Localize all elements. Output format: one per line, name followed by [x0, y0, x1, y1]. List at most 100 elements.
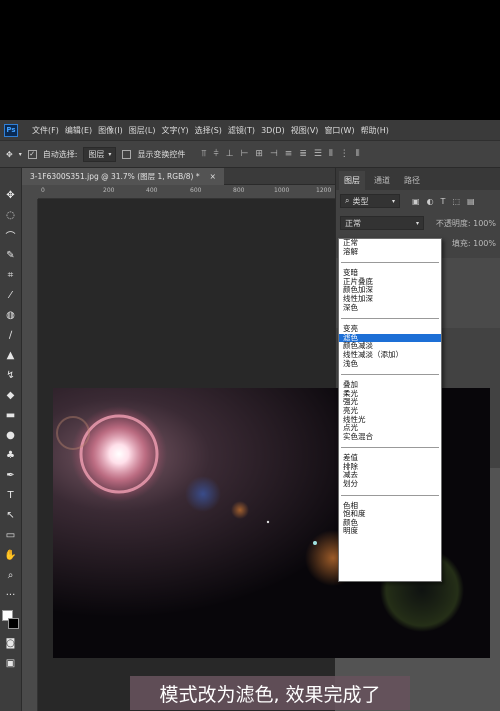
blend-mode-option[interactable]: 溶解: [339, 247, 441, 257]
blur-tool-icon[interactable]: ●: [2, 426, 20, 444]
blend-mode-option[interactable]: 实色混合: [339, 432, 441, 442]
distribute-vcenter-icon[interactable]: ≣: [299, 149, 307, 159]
align-left-icon[interactable]: ⊢: [241, 149, 249, 159]
horizontal-ruler[interactable]: 0 200 400 600 800 1000 1200: [38, 185, 335, 199]
chevron-down-icon: ▾: [108, 150, 112, 158]
video-subtitle: 模式改为滤色, 效果完成了: [130, 676, 410, 710]
healing-brush-tool-icon[interactable]: ◍: [2, 306, 20, 324]
move-tool-icon[interactable]: ✥: [2, 186, 20, 204]
tab-paths[interactable]: 路径: [399, 171, 425, 190]
marquee-tool-icon[interactable]: ◌: [2, 206, 20, 224]
menu-3d[interactable]: 3D(D): [261, 126, 285, 135]
auto-select-dropdown[interactable]: 图层 ▾: [83, 146, 117, 162]
align-hcenter-icon[interactable]: ⊞: [255, 149, 263, 159]
ruler-tick-label: 600: [190, 187, 202, 194]
fill-value[interactable]: 100%: [473, 239, 496, 248]
adjustment-filter-icon[interactable]: ◐: [427, 197, 434, 206]
menu-separator: [341, 494, 439, 496]
fill-control[interactable]: 填充: 100%: [452, 238, 496, 249]
distribute-top-icon[interactable]: ≡: [285, 149, 293, 159]
smart-object-filter-icon[interactable]: ▤: [467, 197, 475, 206]
menu-image[interactable]: 图像(I): [98, 125, 123, 136]
hand-tool-icon[interactable]: ✋: [2, 546, 20, 564]
ruler-tick-label: 0: [41, 187, 45, 194]
tab-channels[interactable]: 通道: [369, 171, 395, 190]
layer-filter-row: ⌕ 类型 ▾ ▣ ◐ T ⬚ ▤: [336, 190, 500, 212]
opacity-control[interactable]: 不透明度: 100%: [436, 218, 496, 229]
align-right-icon[interactable]: ⊣: [270, 149, 278, 159]
type-tool-icon[interactable]: T: [2, 486, 20, 504]
menu-window[interactable]: 窗口(W): [324, 125, 354, 136]
layer-kind-label: 类型: [352, 196, 369, 206]
auto-select-checkbox[interactable]: ✓: [27, 149, 37, 159]
tools-panel: ✥ ◌ ⌒ ✎ ⌗ ⁄ ◍ ∕ ▲ ↯ ◆ ▬ ● ♣ ✒ T ↖ ▭ ✋ ⌕ …: [0, 168, 22, 711]
image-filter-icon[interactable]: ▣: [412, 197, 420, 206]
menu-edit[interactable]: 编辑(E): [65, 125, 92, 136]
align-vcenter-icon[interactable]: ⫩: [214, 149, 219, 159]
filter-icons: ▣ ◐ T ⬚ ▤: [412, 197, 475, 206]
align-bottom-icon[interactable]: ⊥: [226, 149, 234, 159]
ruler-tick-label: 200: [103, 187, 115, 194]
distribute-right-icon[interactable]: ⦀: [356, 149, 360, 159]
gradient-tool-icon[interactable]: ▬: [2, 406, 20, 424]
quick-select-tool-icon[interactable]: ✎: [2, 246, 20, 264]
document-tab-title: 3-1F6300S351.jpg @ 31.7% (图层 1, RGB/8) *: [30, 172, 200, 181]
background-color-swatch[interactable]: [7, 618, 19, 629]
opacity-value[interactable]: 100%: [473, 219, 496, 228]
vertical-ruler[interactable]: [22, 199, 38, 711]
document-tabs: 3-1F6300S351.jpg @ 31.7% (图层 1, RGB/8) *…: [22, 168, 335, 185]
crop-tool-icon[interactable]: ⌗: [2, 266, 20, 284]
blend-mode-option[interactable]: 浅色: [339, 359, 441, 369]
dodge-tool-icon[interactable]: ♣: [2, 446, 20, 464]
distribute-bottom-icon[interactable]: ☰: [314, 149, 322, 159]
blend-mode-option[interactable]: 划分: [339, 479, 441, 489]
pen-tool-icon[interactable]: ✒: [2, 466, 20, 484]
close-icon[interactable]: ×: [210, 172, 216, 181]
brush-tool-icon[interactable]: ∕: [2, 326, 20, 344]
eyedropper-tool-icon[interactable]: ⁄: [2, 286, 20, 304]
auto-select-label: 自动选择:: [42, 149, 78, 159]
history-brush-tool-icon[interactable]: ↯: [2, 366, 20, 384]
lasso-tool-icon[interactable]: ⌒: [2, 226, 20, 244]
tab-layers[interactable]: 图层: [339, 171, 365, 190]
blend-mode-select[interactable]: 正常 ▾: [340, 216, 424, 230]
document-tab[interactable]: 3-1F6300S351.jpg @ 31.7% (图层 1, RGB/8) *…: [22, 168, 224, 185]
distribute-left-icon[interactable]: ⫴: [329, 149, 333, 159]
clone-stamp-tool-icon[interactable]: ▲: [2, 346, 20, 364]
blend-mode-list: 正常 溶解 变暗 正片叠底 颜色加深 线性加深 深色 变亮 滤色 颜色减淡 线性减淡（添加） 浅色 叠加…: [339, 238, 441, 536]
menu-filter[interactable]: 滤镜(T): [228, 125, 255, 136]
screen-mode-icon[interactable]: ▣: [2, 654, 20, 672]
show-transform-checkbox[interactable]: [122, 149, 132, 159]
ruler-tick-label: 800: [233, 187, 245, 194]
search-icon: ⌕: [345, 196, 350, 205]
type-filter-icon[interactable]: T: [441, 197, 446, 206]
ruler-tick-label: 1200: [316, 187, 332, 194]
color-swatches[interactable]: [1, 610, 20, 632]
menu-type[interactable]: 文字(Y): [161, 125, 188, 136]
move-tool-icon[interactable]: ✥: [6, 150, 13, 159]
menu-separator: [341, 318, 439, 320]
rectangle-tool-icon[interactable]: ▭: [2, 526, 20, 544]
chevron-down-icon[interactable]: ▾: [19, 151, 22, 158]
blend-mode-option[interactable]: 明度: [339, 527, 441, 536]
menu-select[interactable]: 选择(S): [195, 125, 222, 136]
more-tools-icon[interactable]: ···: [2, 586, 20, 604]
shape-filter-icon[interactable]: ⬚: [452, 197, 460, 206]
menu-file[interactable]: 文件(F): [32, 125, 59, 136]
eraser-tool-icon[interactable]: ◆: [2, 386, 20, 404]
menu-help[interactable]: 帮助(H): [361, 125, 389, 136]
distribute-hcenter-icon[interactable]: ⋮: [340, 149, 349, 159]
blend-mode-dropdown[interactable]: 正常 溶解 变暗 正片叠底 颜色加深 线性加深 深色 变亮 滤色 颜色减淡 线性减淡（添加） 浅色 叠加…: [338, 238, 442, 582]
ruler-tick-label: 400: [146, 187, 158, 194]
menu-separator: [341, 447, 439, 449]
chevron-down-icon: ▾: [391, 197, 395, 205]
ruler-corner: [22, 185, 38, 199]
path-select-tool-icon[interactable]: ↖: [2, 506, 20, 524]
blend-mode-option[interactable]: 深色: [339, 303, 441, 313]
zoom-tool-icon[interactable]: ⌕: [2, 566, 20, 584]
layer-kind-filter[interactable]: ⌕ 类型 ▾: [340, 194, 400, 208]
menu-layer[interactable]: 图层(L): [129, 125, 156, 136]
quick-mask-icon[interactable]: ◙: [2, 634, 20, 652]
align-top-icon[interactable]: ⫪: [201, 149, 206, 159]
menu-view[interactable]: 视图(V): [291, 125, 319, 136]
